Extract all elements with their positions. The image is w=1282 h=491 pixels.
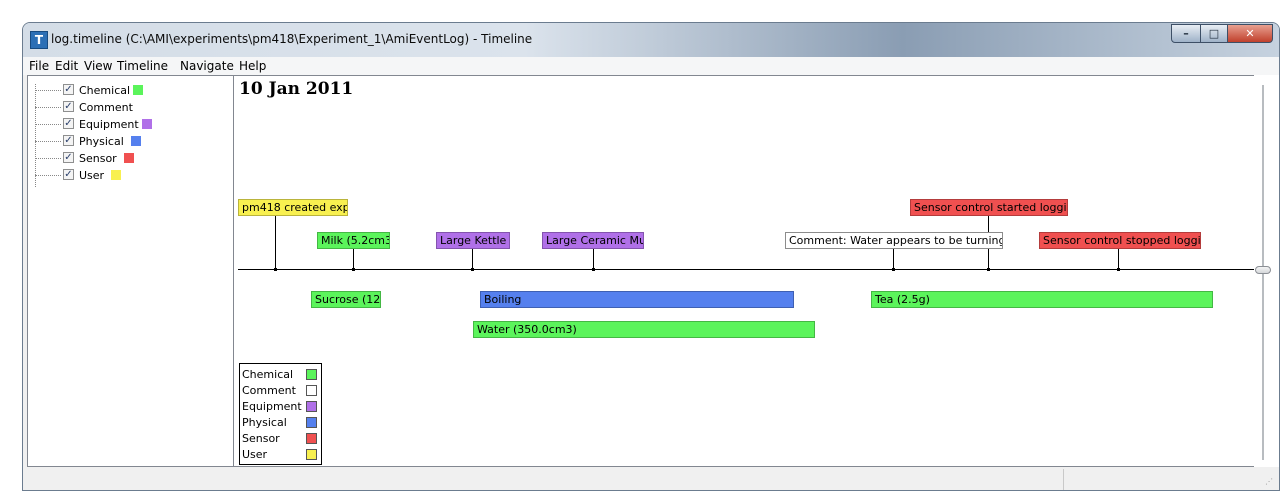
event-connector — [472, 249, 473, 269]
zoom-slider[interactable] — [1254, 75, 1279, 467]
maximize-button[interactable]: □ — [1200, 24, 1228, 43]
menu-help[interactable]: Help — [239, 59, 266, 73]
timeline-bar[interactable]: Boiling — [480, 291, 794, 308]
legend-label: Comment — [242, 384, 296, 397]
status-divider — [1063, 469, 1064, 490]
timeline-event[interactable]: Large Ceramic Mug — [542, 232, 644, 249]
timeline-canvas[interactable]: 10 Jan 2011 pm418 created expe Milk (5.2… — [234, 75, 1258, 467]
legend-item: Equipment — [242, 399, 320, 415]
tree-item-label: Sensor — [79, 152, 117, 165]
tree-branch — [35, 107, 61, 108]
tree-branch — [35, 90, 61, 91]
legend-swatch — [306, 369, 317, 380]
tree-item-label: Comment — [79, 101, 133, 114]
legend-swatch — [306, 401, 317, 412]
tree-item-chemical[interactable]: ✓ Chemical — [28, 82, 228, 99]
minimize-button[interactable]: – — [1171, 24, 1201, 43]
timeline-window: T log.timeline (C:\AMI\experiments\pm418… — [22, 22, 1280, 491]
legend-swatch — [306, 385, 317, 396]
menu-bar: File Edit View Timeline Navigate Help — [23, 57, 1279, 75]
title-bar[interactable]: T log.timeline (C:\AMI\experiments\pm418… — [23, 23, 1279, 57]
event-marker — [1117, 268, 1120, 271]
event-marker — [987, 268, 990, 271]
event-marker — [592, 268, 595, 271]
menu-navigate[interactable]: Navigate — [180, 59, 234, 73]
app-icon: T — [30, 31, 48, 49]
event-connector — [275, 216, 276, 269]
category-color-swatch — [131, 136, 141, 146]
event-marker — [274, 268, 277, 271]
event-marker — [471, 268, 474, 271]
event-connector — [593, 249, 594, 269]
user-checkbox[interactable]: ✓ — [63, 169, 74, 180]
tree-item-label: User — [79, 169, 105, 182]
menu-timeline[interactable]: Timeline — [117, 59, 168, 73]
legend-swatch — [306, 433, 317, 444]
event-connector — [893, 249, 894, 269]
comment-checkbox[interactable]: ✓ — [63, 101, 74, 112]
menu-file[interactable]: File — [29, 59, 49, 73]
timeline-event[interactable]: Sensor control started logging — [910, 199, 1068, 216]
legend-label: Sensor — [242, 432, 280, 445]
tree-item-physical[interactable]: ✓ Physical — [28, 133, 228, 150]
legend-label: Physical — [242, 416, 287, 429]
tree-item-user[interactable]: ✓ User — [28, 167, 228, 184]
timeline-date: 10 Jan 2011 — [239, 79, 354, 99]
legend-swatch — [306, 417, 317, 428]
sensor-checkbox[interactable]: ✓ — [63, 152, 74, 163]
legend-label: User — [242, 448, 268, 461]
event-connector — [1118, 249, 1119, 269]
timeline-event[interactable]: Large Kettle — [436, 232, 510, 249]
category-tree: ✓ Chemical ✓ Comment ✓ Equipment ✓ Physi… — [27, 75, 234, 467]
legend-item: Physical — [242, 415, 320, 431]
category-color-swatch — [111, 170, 121, 180]
legend-label: Chemical — [242, 368, 294, 381]
timeline-bar[interactable]: Water (350.0cm3) — [473, 321, 815, 338]
timeline-legend: Chemical Comment Equipment Physical Sens… — [239, 363, 322, 465]
timeline-event[interactable]: Sensor control stopped logging — [1039, 232, 1201, 249]
tree-item-sensor[interactable]: ✓ Sensor — [28, 150, 228, 167]
tree-item-label: Equipment — [79, 118, 139, 131]
chemical-checkbox[interactable]: ✓ — [63, 84, 74, 95]
menu-edit[interactable]: Edit — [55, 59, 78, 73]
legend-item: Sensor — [242, 431, 320, 447]
event-connector — [353, 249, 354, 269]
legend-item: User — [242, 447, 320, 463]
tree-item-label: Chemical — [79, 84, 131, 97]
legend-swatch — [306, 449, 317, 460]
timeline-axis — [238, 269, 1258, 270]
resize-grip-icon[interactable]: ⋰ — [1265, 478, 1273, 486]
legend-item: Chemical — [242, 367, 320, 383]
tree-item-comment[interactable]: ✓ Comment — [28, 99, 228, 116]
tree-item-equipment[interactable]: ✓ Equipment — [28, 116, 228, 133]
tree-branch — [35, 158, 61, 159]
event-marker — [892, 268, 895, 271]
tree-branch — [35, 141, 61, 142]
category-color-swatch — [133, 85, 143, 95]
timeline-event[interactable]: Comment: Water appears to be turning... — [785, 232, 1003, 249]
legend-label: Equipment — [242, 400, 302, 413]
physical-checkbox[interactable]: ✓ — [63, 135, 74, 146]
equipment-checkbox[interactable]: ✓ — [63, 118, 74, 129]
category-color-swatch — [142, 119, 152, 129]
tree-branch — [35, 124, 61, 125]
tree-item-label: Physical — [79, 135, 124, 148]
menu-view[interactable]: View — [84, 59, 112, 73]
category-color-swatch — [124, 153, 134, 163]
event-marker — [352, 268, 355, 271]
timeline-event[interactable]: pm418 created expe — [238, 199, 348, 216]
tree-branch — [35, 175, 61, 176]
status-bar: ⋰ — [23, 467, 1279, 490]
slider-thumb[interactable] — [1255, 266, 1271, 274]
timeline-bar[interactable]: Tea (2.5g) — [871, 291, 1213, 308]
close-button[interactable]: ✕ — [1227, 24, 1273, 43]
window-title: log.timeline (C:\AMI\experiments\pm418\E… — [51, 32, 533, 46]
timeline-event[interactable]: Milk (5.2cm3) — [317, 232, 390, 249]
timeline-bar[interactable]: Sucrose (12. — [311, 291, 381, 308]
legend-item: Comment — [242, 383, 320, 399]
